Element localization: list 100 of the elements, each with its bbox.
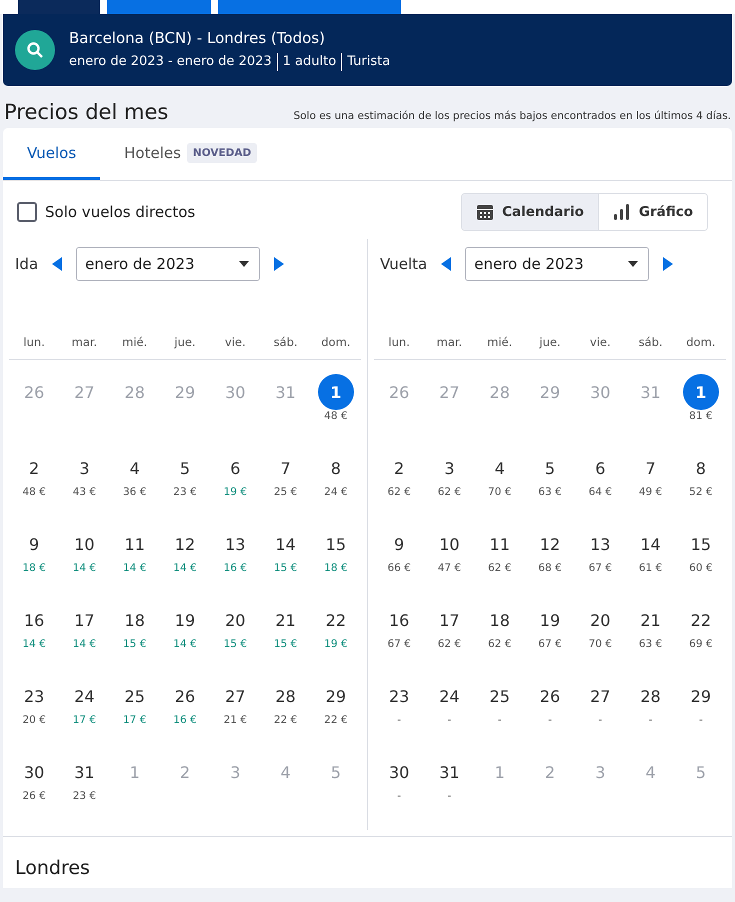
calendar-day[interactable]: 16 67 € [374, 602, 424, 678]
day-price: 67 € [538, 638, 562, 650]
day-price: 26 € [22, 790, 46, 802]
calendar-day[interactable]: 5 23 € [160, 450, 210, 526]
day-number: 20 [589, 610, 612, 632]
calendar-day[interactable]: 17 14 € [59, 602, 110, 678]
calendar-day[interactable]: 23 20 € [9, 678, 60, 754]
calendar-day[interactable]: 9 18 € [9, 526, 60, 602]
calendar-day[interactable]: 24 17 € [59, 678, 110, 754]
calendar-day[interactable]: 4 70 € [474, 450, 525, 526]
section-heading: Precios del mes [4, 100, 168, 124]
calendar-day[interactable]: 7 49 € [625, 450, 676, 526]
day-price: 15 € [274, 562, 298, 574]
calendar-day[interactable]: 21 63 € [625, 602, 676, 678]
calendar-day[interactable]: 26 16 € [160, 678, 210, 754]
day-number: 29 [324, 686, 348, 708]
calendar-day[interactable]: 14 15 € [260, 526, 311, 602]
calendar-day[interactable]: 18 62 € [474, 602, 525, 678]
day-number: 30 [22, 762, 46, 784]
direct-flights-checkbox[interactable]: Solo vuelos directos [17, 202, 196, 222]
calendar-day[interactable]: 10 47 € [424, 526, 475, 602]
calendar-day[interactable]: 21 15 € [260, 602, 311, 678]
calendar-day[interactable]: 24 - [424, 678, 475, 754]
calendar-day[interactable]: 7 25 € [260, 450, 311, 526]
calendar-day[interactable]: 22 69 € [676, 602, 726, 678]
view-toggle-button[interactable]: Gráfico [598, 194, 707, 230]
calendar-day[interactable]: 12 14 € [160, 526, 210, 602]
calendar-day[interactable]: 27 - [575, 678, 626, 754]
day-price: 64 € [588, 486, 612, 498]
search-summary-banner[interactable]: Barcelona (BCN) - Londres (Todos) enero de 2023 - enero de 2023 1 adulto Turista [3, 14, 732, 86]
calendar-day[interactable]: 3 43 € [59, 450, 110, 526]
calendar-day[interactable]: 11 14 € [110, 526, 160, 602]
calendar-day[interactable]: 6 19 € [210, 450, 260, 526]
calendar-day[interactable]: 31 23 € [59, 754, 110, 830]
calendar-day[interactable]: 28 22 € [260, 678, 311, 754]
calendar-day[interactable]: 15 60 € [676, 526, 726, 602]
calendar-day[interactable]: 3 62 € [424, 450, 475, 526]
calendar-label: Vuelta [380, 255, 428, 273]
tab[interactable]: Hoteles NOVEDAD [100, 128, 282, 180]
calendar-day[interactable]: 22 19 € [310, 602, 361, 678]
calendar-day[interactable]: 30 26 € [9, 754, 60, 830]
month-dropdown[interactable]: enero de 2023 [465, 247, 650, 281]
day-price: 25 € [274, 486, 298, 498]
calendar-day[interactable]: 1 81 € [676, 374, 726, 450]
left-triangle-icon [52, 257, 62, 271]
calendar-day[interactable]: 28 - [625, 678, 676, 754]
weekday-label: jue. [538, 335, 562, 349]
day-price: 63 € [538, 486, 562, 498]
tab[interactable]: Vuelos [3, 128, 100, 180]
day-price: 18 € [22, 562, 46, 574]
day-price: 61 € [638, 562, 662, 574]
calendar-day[interactable]: 2 48 € [9, 450, 60, 526]
calendar-day[interactable]: 31 - [424, 754, 475, 830]
calendar-day[interactable]: 11 62 € [474, 526, 525, 602]
day-price: - [448, 714, 452, 726]
calendar-day[interactable]: 17 62 € [424, 602, 475, 678]
calendar-day[interactable]: 29 22 € [310, 678, 361, 754]
calendar-day[interactable]: 14 61 € [625, 526, 676, 602]
calendar-day[interactable]: 13 67 € [575, 526, 626, 602]
day-price: - [397, 790, 402, 802]
calendar-day[interactable]: 30 - [374, 754, 424, 830]
calendar-day[interactable]: 19 67 € [524, 602, 576, 678]
calendar-day[interactable]: 18 15 € [110, 602, 160, 678]
day-number: 4 [494, 458, 506, 480]
calendar-icon [476, 203, 494, 221]
day-number: 1 [128, 762, 141, 784]
day-number: 26 [22, 382, 46, 404]
day-price: 17 € [72, 714, 96, 726]
calendar-day[interactable]: 9 66 € [374, 526, 424, 602]
calendar-day[interactable]: 29 - [676, 678, 726, 754]
calendar-day[interactable]: 8 52 € [676, 450, 726, 526]
day-number: 14 [639, 534, 662, 556]
calendar-day[interactable]: 16 14 € [9, 602, 60, 678]
destination-title: Londres [15, 857, 90, 879]
calendar-label: Ida [15, 255, 38, 273]
calendar-day[interactable]: 12 68 € [524, 526, 576, 602]
calendar-day[interactable]: 27 21 € [210, 678, 260, 754]
calendar-day[interactable]: 25 - [474, 678, 525, 754]
calendar-day[interactable]: 25 17 € [110, 678, 160, 754]
calendar-day[interactable]: 6 64 € [575, 450, 626, 526]
calendar-day[interactable]: 23 - [374, 678, 424, 754]
calendar-day[interactable]: 26 - [524, 678, 576, 754]
calendar-day[interactable]: 4 36 € [110, 450, 160, 526]
day-price: 14 € [173, 562, 197, 574]
calendar-day[interactable]: 5 63 € [524, 450, 576, 526]
calendar-day[interactable]: 13 16 € [210, 526, 260, 602]
day-number: 31 [438, 762, 461, 784]
month-dropdown[interactable]: enero de 2023 [76, 247, 260, 281]
day-price: 62 € [438, 486, 462, 498]
calendar-day[interactable]: 19 14 € [160, 602, 210, 678]
calendar-day[interactable]: 20 15 € [210, 602, 260, 678]
day-number: 3 [594, 762, 606, 784]
calendar-day[interactable]: 8 24 € [310, 450, 361, 526]
calendar-day[interactable]: 10 14 € [59, 526, 110, 602]
view-toggle-button[interactable]: Calendario [462, 194, 598, 230]
calendar-day[interactable]: 20 70 € [575, 602, 626, 678]
calendar-day[interactable]: 2 62 € [374, 450, 424, 526]
day-price: 14 € [173, 638, 197, 650]
calendar-day[interactable]: 1 48 € [310, 374, 361, 450]
calendar-day[interactable]: 15 18 € [310, 526, 361, 602]
